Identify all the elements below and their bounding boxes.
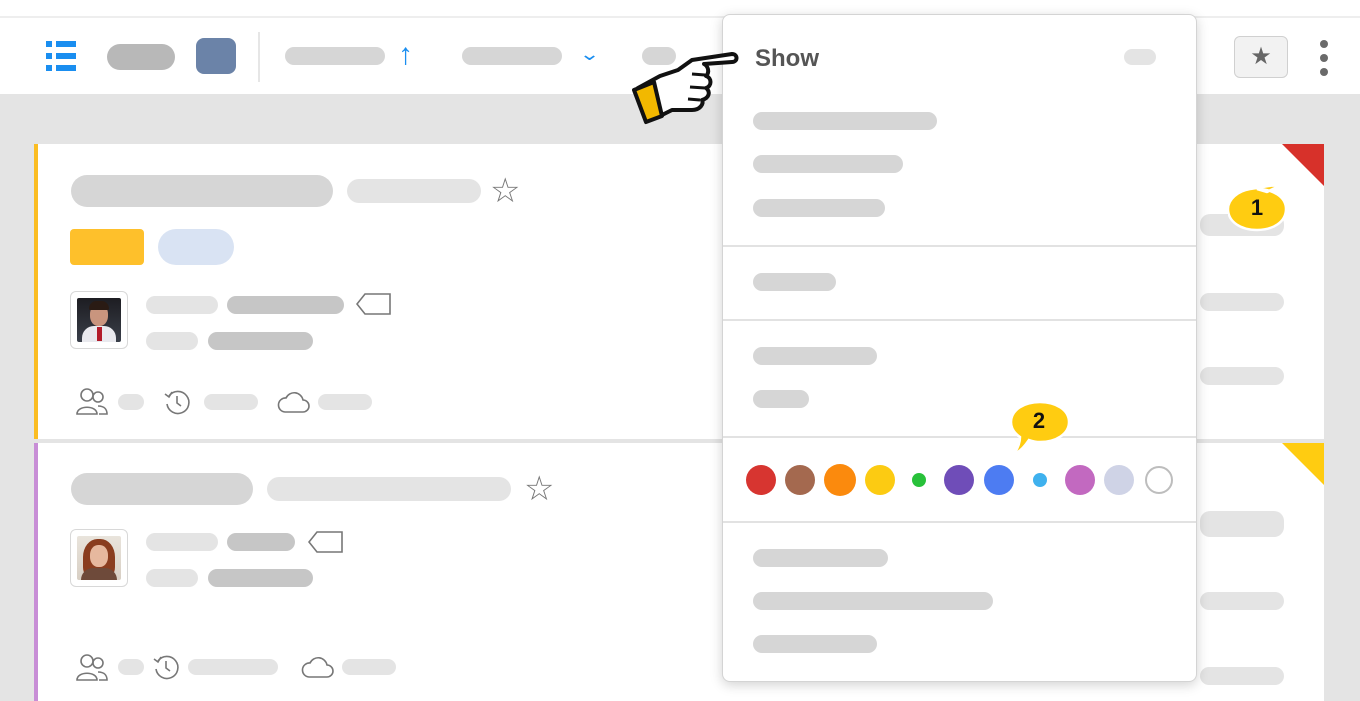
color-swatch-red[interactable]: [746, 465, 776, 495]
menu-item-placeholder[interactable]: [753, 635, 877, 653]
label-chip[interactable]: [70, 229, 144, 265]
menu-item-placeholder[interactable]: [753, 592, 993, 610]
star-icon: ★: [1250, 43, 1272, 70]
callout-badge-2: 2: [1010, 400, 1071, 457]
menu-item-placeholder[interactable]: [753, 112, 937, 130]
card-title-placeholder: [71, 175, 333, 207]
priority-corner-flag: [1282, 443, 1324, 485]
view-toggle[interactable]: [107, 44, 175, 70]
meta-placeholder: [227, 296, 344, 314]
card-subtitle-placeholder: [267, 477, 511, 501]
filter-field-placeholder[interactable]: [462, 47, 562, 65]
meta-placeholder: [342, 659, 396, 675]
meta-placeholder: [208, 569, 313, 587]
right-meta-placeholder: [1200, 592, 1284, 610]
menu-item-placeholder[interactable]: [753, 390, 809, 408]
meta-placeholder: [204, 394, 258, 410]
meta-placeholder: [118, 659, 144, 675]
color-swatch-purple[interactable]: [944, 465, 974, 495]
color-swatch-blue[interactable]: [984, 465, 1014, 495]
color-swatch-brown[interactable]: [785, 465, 815, 495]
priority-corner-flag: [1282, 144, 1324, 186]
sort-ascending-icon[interactable]: ↑: [398, 38, 413, 72]
card-title-placeholder: [71, 473, 253, 505]
sort-field-placeholder[interactable]: [285, 47, 385, 65]
toolbar-divider: [258, 32, 260, 82]
favorites-button[interactable]: ★: [1234, 36, 1288, 78]
show-dropdown-menu[interactable]: Show: [722, 14, 1197, 682]
color-swatch-green[interactable]: [912, 473, 926, 487]
tag-icon[interactable]: [308, 531, 344, 553]
history-icon: [153, 655, 179, 680]
chevron-down-icon[interactable]: ⌄: [579, 44, 600, 64]
color-swatch-pink[interactable]: [1065, 465, 1095, 495]
right-meta-placeholder: [1200, 511, 1284, 537]
menu-item-placeholder[interactable]: [753, 199, 885, 217]
menu-divider: [723, 436, 1196, 438]
avatar[interactable]: [70, 529, 128, 587]
meta-placeholder: [188, 659, 278, 675]
right-meta-placeholder: [1200, 667, 1284, 685]
color-swatch-light-blue[interactable]: [1033, 473, 1047, 487]
label-chip[interactable]: [158, 229, 234, 265]
dropdown-title: Show: [755, 45, 819, 72]
list-view-icon[interactable]: [46, 41, 78, 71]
callout-badge-1: 1: [1228, 186, 1288, 234]
star-outline-icon[interactable]: ☆: [524, 472, 554, 506]
menu-item-placeholder[interactable]: [753, 273, 836, 291]
menu-divider: [723, 245, 1196, 247]
pointing-hand-icon: [632, 52, 739, 124]
right-meta-placeholder: [1200, 367, 1284, 385]
right-meta-placeholder: [1200, 293, 1284, 311]
more-vertical-icon[interactable]: [1310, 38, 1338, 78]
meta-placeholder: [146, 296, 218, 314]
meta-placeholder: [208, 332, 313, 350]
callout-number: 1: [1250, 195, 1264, 220]
app-page: ↑ ⌄ ★ ☆ ☆ Show 1 2: [0, 0, 1360, 701]
dropdown-header-placeholder[interactable]: [1124, 49, 1156, 65]
color-swatch-yellow[interactable]: [865, 465, 895, 495]
meta-placeholder: [146, 332, 198, 350]
people-icon: [76, 654, 108, 681]
history-icon: [164, 390, 190, 415]
star-outline-icon[interactable]: ☆: [490, 174, 520, 208]
card-subtitle-placeholder: [347, 179, 481, 203]
color-swatch-none[interactable]: [1145, 466, 1173, 494]
meta-placeholder: [146, 533, 218, 551]
meta-placeholder: [146, 569, 198, 587]
menu-item-placeholder[interactable]: [753, 549, 888, 567]
meta-placeholder: [118, 394, 144, 410]
meta-placeholder: [318, 394, 372, 410]
menu-divider: [723, 319, 1196, 321]
color-swatch-lavender[interactable]: [1104, 465, 1134, 495]
meta-placeholder: [227, 533, 295, 551]
avatar[interactable]: [70, 291, 128, 349]
cloud-icon: [301, 657, 334, 678]
tag-icon[interactable]: [356, 293, 392, 315]
color-swatch-orange[interactable]: [824, 464, 856, 496]
people-icon: [76, 388, 108, 415]
menu-item-placeholder[interactable]: [753, 347, 877, 365]
callout-number: 2: [1032, 408, 1046, 433]
menu-divider: [723, 521, 1196, 523]
cloud-icon: [277, 392, 310, 413]
color-filter-button[interactable]: [196, 38, 236, 74]
menu-item-placeholder[interactable]: [753, 155, 903, 173]
